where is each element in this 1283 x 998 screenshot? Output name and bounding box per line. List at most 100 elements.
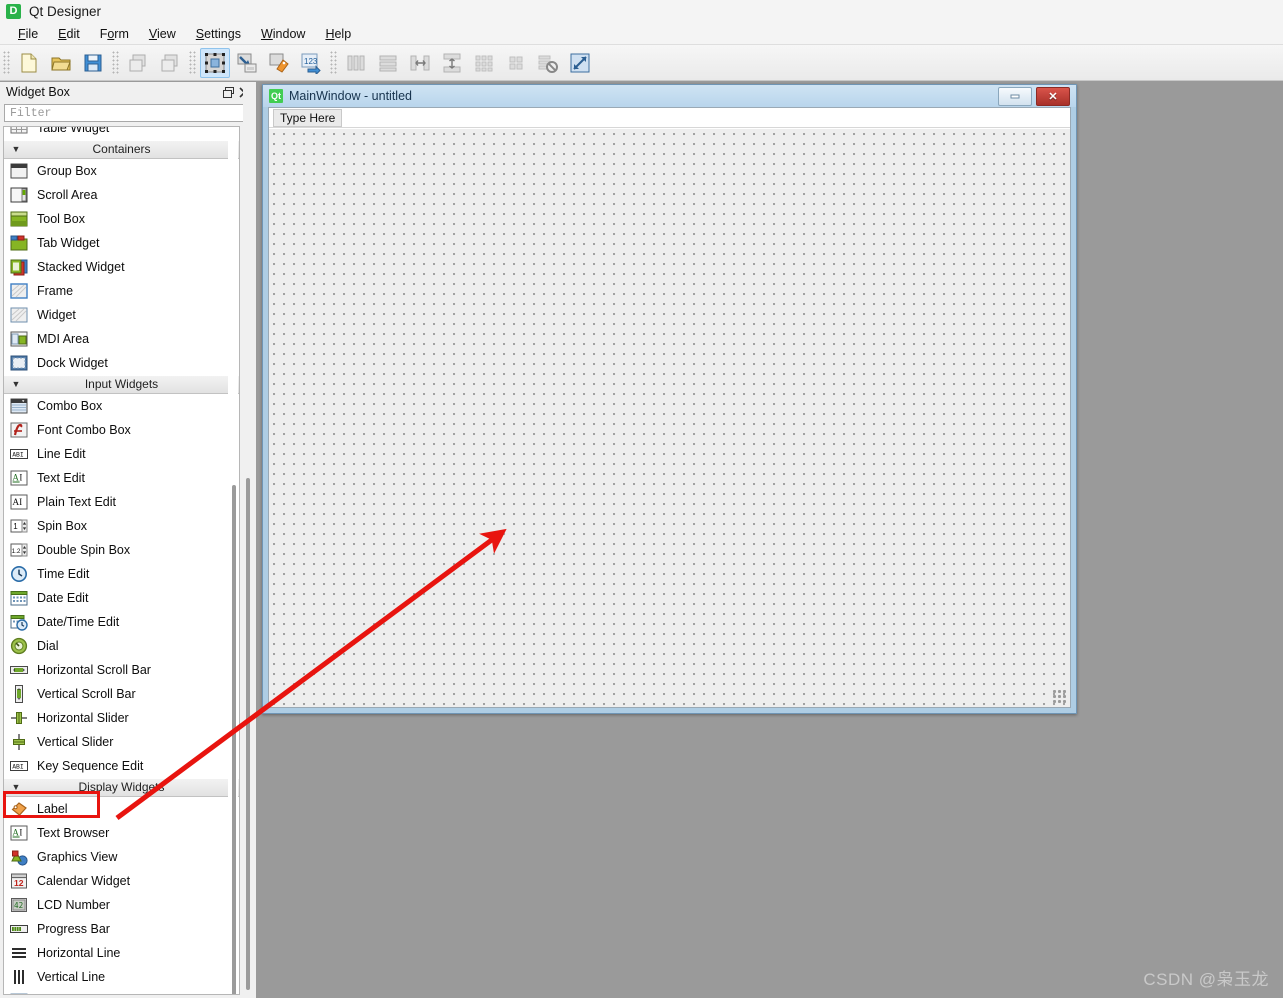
widget-box-scrollbar-thumb[interactable] — [232, 485, 236, 994]
redo-button[interactable] — [155, 48, 185, 78]
widget-item-text-edit[interactable]: A I Text Edit — [4, 466, 239, 490]
dock-scrollbar-thumb[interactable] — [246, 478, 250, 990]
layout-horizontally-button[interactable] — [341, 48, 371, 78]
widget-box-title: Widget Box — [6, 85, 70, 99]
widget-item-date-time-edit[interactable]: Date/Time Edit — [4, 610, 239, 634]
resize-grip-icon[interactable] — [1053, 690, 1067, 704]
menu-bar: File Edit Form View Settings Window Help — [0, 23, 1283, 45]
widget-item-mdi-area[interactable]: MDI Area — [4, 327, 239, 351]
edit-widgets-button[interactable] — [200, 47, 230, 78]
form-menu-bar[interactable]: Type Here — [269, 108, 1070, 128]
widget-item-label: Text Edit — [37, 471, 85, 485]
toolbar-grip[interactable] — [112, 50, 119, 75]
widget-item-horizontal-slider[interactable]: Horizontal Slider — [4, 706, 239, 730]
svg-text:I: I — [19, 828, 22, 838]
layout-grid-button[interactable] — [469, 48, 499, 78]
widget-item-horizontal-line[interactable]: Horizontal Line — [4, 941, 239, 965]
widget-category-input-widgets[interactable]: ▼ Input Widgets — [4, 375, 239, 394]
toolbar-grip[interactable] — [330, 50, 337, 75]
widget-item-tool-box[interactable]: Tool Box — [4, 207, 239, 231]
widget-item-vertical-line[interactable]: Vertical Line — [4, 965, 239, 989]
tool-box-icon — [10, 210, 28, 228]
widget-category-containers[interactable]: ▼ Containers — [4, 140, 239, 159]
widget-item-label: Widget — [37, 308, 76, 322]
widget-item-graphics-view[interactable]: Graphics View — [4, 845, 239, 869]
new-form-button[interactable] — [14, 48, 44, 78]
edit-signals-slots-button[interactable] — [232, 48, 262, 78]
form-menubar-type-here[interactable]: Type Here — [273, 108, 343, 127]
undock-icon[interactable] — [220, 84, 236, 100]
widget-item-label: Line Edit — [37, 447, 86, 461]
widget-item-stacked-widget[interactable]: Stacked Widget — [4, 255, 239, 279]
layout-splitter-vertical-button[interactable] — [437, 48, 467, 78]
widget-box-list[interactable]: Table Widget ▼ Containers Group Box Scroll A… — [3, 126, 240, 995]
toolbar-grip[interactable] — [189, 50, 196, 75]
widget-item-label: Vertical Scroll Bar — [37, 687, 136, 701]
form-design-canvas[interactable] — [269, 129, 1070, 707]
widget-item-table-widget[interactable]: Table Widget — [4, 127, 239, 140]
widget-item-tab-widget[interactable]: Tab Widget — [4, 231, 239, 255]
widget-item-key-sequence-edit[interactable]: ABI Key Sequence Edit — [4, 754, 239, 778]
widget-item-opengl-widget[interactable]: OpenGL Widget — [4, 989, 239, 995]
edit-buddies-button[interactable] — [264, 48, 294, 78]
form-close-button[interactable]: ✕ — [1036, 86, 1070, 106]
widget-item-horizontal-scroll-bar[interactable]: Horizontal Scroll Bar — [4, 658, 239, 682]
menu-file[interactable]: File — [8, 25, 48, 43]
menu-view[interactable]: View — [139, 25, 186, 43]
save-form-button[interactable] — [78, 48, 108, 78]
adjust-size-button[interactable] — [565, 48, 595, 78]
widget-item-dock-widget[interactable]: Dock Widget — [4, 351, 239, 375]
toolbar-grip[interactable] — [3, 50, 10, 75]
widget-item-line-edit[interactable]: ABI Line Edit — [4, 442, 239, 466]
lcd-number-icon: 42 — [10, 896, 28, 914]
widget-item-label: MDI Area — [37, 332, 90, 346]
widget-item-vertical-slider[interactable]: Vertical Slider — [4, 730, 239, 754]
widget-icon — [10, 306, 28, 324]
widget-item-label[interactable]: Label — [4, 797, 239, 821]
widget-item-double-spin-box[interactable]: 1.2 Double Spin Box — [4, 538, 239, 562]
menu-settings[interactable]: Settings — [186, 25, 251, 43]
widget-item-label: OpenGL Widget — [37, 994, 126, 995]
widget-item-widget[interactable]: Widget — [4, 303, 239, 327]
form-window-title-bar[interactable]: Qt MainWindow - untitled ✕ — [263, 85, 1076, 107]
widget-category-display-widgets[interactable]: ▼ Display Widgets — [4, 778, 239, 797]
widget-item-lcd-number[interactable]: 42 LCD Number — [4, 893, 239, 917]
open-form-button[interactable] — [46, 48, 76, 78]
widget-box-filter-input[interactable]: Filter — [4, 104, 250, 122]
widget-item-scroll-area[interactable]: Scroll Area — [4, 183, 239, 207]
layout-splitter-horizontal-button[interactable] — [405, 48, 435, 78]
menu-window[interactable]: Window — [251, 25, 315, 43]
widget-item-frame[interactable]: Frame — [4, 279, 239, 303]
widget-item-plain-text-edit[interactable]: AI Plain Text Edit — [4, 490, 239, 514]
widget-item-label: Stacked Widget — [37, 260, 125, 274]
widget-item-time-edit[interactable]: Time Edit — [4, 562, 239, 586]
layout-form-button[interactable] — [501, 48, 531, 78]
form-window[interactable]: Qt MainWindow - untitled ✕ Type Here — [262, 84, 1077, 714]
widget-item-text-browser[interactable]: A I Text Browser — [4, 821, 239, 845]
menu-form[interactable]: Form — [90, 25, 139, 43]
edit-buddies-icon — [268, 52, 290, 74]
line-edit-icon: ABI — [10, 445, 28, 463]
widget-item-spin-box[interactable]: 1 Spin Box — [4, 514, 239, 538]
widget-item-calendar-widget[interactable]: 12 Calendar Widget — [4, 869, 239, 893]
widget-item-date-edit[interactable]: Date Edit — [4, 586, 239, 610]
widget-item-label: Dock Widget — [37, 356, 108, 370]
layout-vertically-button[interactable] — [373, 48, 403, 78]
edit-tab-order-button[interactable]: 123 — [296, 48, 326, 78]
break-layout-button[interactable] — [533, 48, 563, 78]
widget-item-group-box[interactable]: Group Box — [4, 159, 239, 183]
widget-item-label: Time Edit — [37, 567, 90, 581]
menu-edit[interactable]: Edit — [48, 25, 90, 43]
widget-item-combo-box[interactable]: Combo Box — [4, 394, 239, 418]
menu-help[interactable]: Help — [315, 25, 361, 43]
horizontal-scroll-bar-icon — [10, 661, 28, 679]
undo-button[interactable] — [123, 48, 153, 78]
widget-item-font-combo-box[interactable]: Font Combo Box — [4, 418, 239, 442]
widget-item-dial[interactable]: Dial — [4, 634, 239, 658]
svg-text:123: 123 — [304, 57, 318, 66]
widget-item-progress-bar[interactable]: Progress Bar — [4, 917, 239, 941]
tab-widget-icon — [10, 234, 28, 252]
widget-item-vertical-scroll-bar[interactable]: Vertical Scroll Bar — [4, 682, 239, 706]
form-minimize-button[interactable] — [998, 86, 1032, 106]
widget-item-label: Horizontal Line — [37, 946, 121, 960]
